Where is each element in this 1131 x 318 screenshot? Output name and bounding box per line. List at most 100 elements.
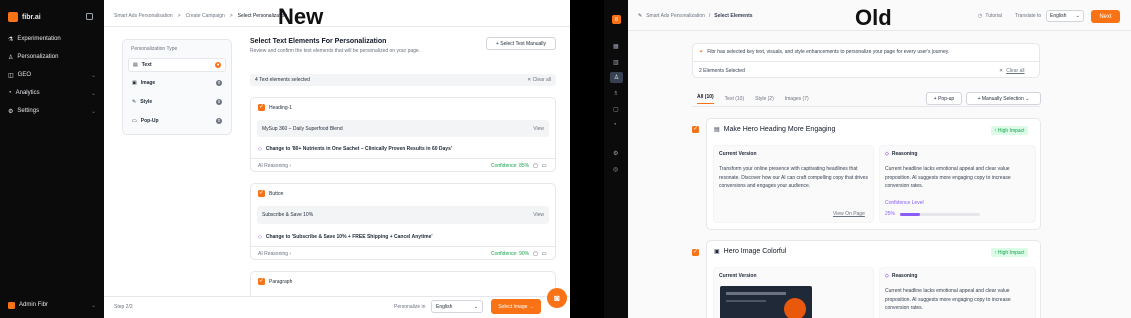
current-version-box: Current Version bbox=[713, 267, 874, 318]
user-icon[interactable]: ♗ bbox=[613, 90, 618, 97]
analytics-icon[interactable]: ◔ bbox=[613, 122, 617, 128]
tab-style[interactable]: Style (2) bbox=[755, 96, 774, 102]
nav-label: Experimentation bbox=[17, 36, 61, 42]
nav-label: Personalization bbox=[17, 54, 59, 60]
breadcrumb-item[interactable]: Create Campaign bbox=[186, 13, 225, 19]
old-label: Old bbox=[855, 5, 892, 30]
gear-icon[interactable]: ⚙ bbox=[613, 150, 618, 157]
section-title: Reasoning bbox=[891, 273, 918, 279]
language-value: English bbox=[436, 303, 453, 310]
header-divider bbox=[104, 26, 570, 27]
type-item-style[interactable]: ✎ Style 0 bbox=[128, 96, 226, 108]
chevron-down-icon: ⌄ bbox=[90, 302, 96, 309]
style-icon: ✎ bbox=[132, 99, 137, 105]
type-item-text[interactable]: ▤ Text ● bbox=[128, 58, 226, 72]
selected-count: 2 Elements Selected bbox=[699, 68, 745, 74]
info-banner: ✦ Fibr has selected key text, visuals, a… bbox=[692, 43, 1040, 78]
nav-label: Analytics bbox=[15, 90, 40, 96]
translate-label: Translate to bbox=[1015, 13, 1042, 19]
clear-all-button[interactable]: ✕ Clear all bbox=[999, 68, 1025, 74]
checkbox-checked-icon[interactable]: ✓ bbox=[258, 190, 265, 197]
icon-sidebar: 8 ▦ ▥ ♙ ♗ ▢ ◔ ⚙ ◎ bbox=[604, 0, 628, 318]
reasoning-header: ◇ Reasoning bbox=[885, 273, 917, 279]
copy-icon[interactable]: ▢ bbox=[533, 163, 538, 169]
view-button[interactable]: View bbox=[533, 126, 544, 132]
confidence-label: Confidence Level bbox=[885, 200, 924, 206]
nav-item-personalization[interactable]: ♙ Personalization bbox=[8, 52, 96, 62]
ai-reasoning-toggle[interactable]: AI Reasoning › bbox=[258, 251, 291, 257]
view-on-page-link[interactable]: View On Page bbox=[833, 211, 865, 217]
copy-icon[interactable]: ▢ bbox=[533, 251, 538, 257]
document-icon[interactable]: ▢ bbox=[613, 106, 619, 113]
confidence-value: 25% bbox=[885, 211, 896, 217]
suggested-change: Change to 'Subscribe & Save 10% + FREE S… bbox=[265, 234, 433, 240]
breadcrumb-item[interactable]: Smart Ads Personalisation bbox=[114, 13, 173, 19]
divider bbox=[693, 61, 1039, 62]
brand-name: fibr.ai bbox=[22, 13, 41, 21]
type-item-popup[interactable]: ▭ Pop-Up 0 bbox=[128, 115, 226, 127]
close-icon: ✕ bbox=[999, 68, 1004, 74]
divider bbox=[251, 246, 555, 247]
grid-icon[interactable]: ▦ bbox=[613, 43, 619, 50]
globe-icon: ◫ bbox=[8, 72, 14, 79]
next-button[interactable]: Next bbox=[1091, 10, 1120, 23]
flask-icon: ⚗ bbox=[8, 36, 14, 43]
add-popup-button[interactable]: + Pop-up bbox=[926, 92, 962, 105]
sparkle-icon: ◇ bbox=[258, 234, 262, 240]
checkbox-checked-icon[interactable]: ✓ bbox=[692, 249, 699, 256]
chart-icon[interactable]: ▥ bbox=[613, 59, 619, 66]
filter-tabs: All (10) Text (10) Style (2) Images (7) bbox=[697, 94, 809, 104]
user-name: Admin Fibr bbox=[19, 302, 49, 308]
manual-selection-button[interactable]: + Manually Selection ⌄ bbox=[966, 92, 1041, 105]
text-icon: ▤ bbox=[714, 127, 720, 133]
chevron-down-icon: ⌄ bbox=[90, 72, 96, 79]
tab-text[interactable]: Text (10) bbox=[725, 96, 744, 102]
select-text-manually-button[interactable]: + Select Text Manually bbox=[486, 37, 556, 50]
current-value: Subscribe & Save 10% bbox=[262, 212, 314, 218]
nav-item-experimentation[interactable]: ⚗ Experimentation bbox=[8, 34, 96, 44]
view-button[interactable]: View bbox=[533, 212, 544, 218]
language-select[interactable]: English ⌄ bbox=[431, 300, 483, 313]
comparison-root: fibr.ai ⚗ Experimentation ♙ Personalizat… bbox=[0, 0, 1131, 318]
nav-item-settings[interactable]: ⚙ Settings ⌄ bbox=[8, 106, 96, 116]
sidebar: fibr.ai ⚗ Experimentation ♙ Personalizat… bbox=[0, 0, 104, 318]
collapse-sidebar-icon[interactable] bbox=[86, 13, 93, 20]
language-select[interactable]: English ⌄ bbox=[1046, 10, 1084, 22]
edge-strip bbox=[570, 0, 604, 318]
breadcrumb: ✎ Smart Ads Personalization / Select Ele… bbox=[638, 13, 753, 19]
current-value: MySup 360 – Daily Superfood Blend bbox=[262, 125, 343, 132]
tab-images[interactable]: Images (7) bbox=[785, 96, 809, 102]
person-icon: ♙ bbox=[8, 54, 14, 61]
type-count-badge: ● bbox=[215, 62, 221, 68]
user-menu[interactable]: Admin Fibr ⌄ bbox=[8, 300, 96, 310]
select-image-button[interactable]: Select Image → bbox=[491, 299, 541, 314]
panel-title: Personalization Type bbox=[131, 46, 178, 52]
ai-reasoning-toggle[interactable]: AI Reasoning › bbox=[258, 163, 291, 169]
language-value: English bbox=[1050, 13, 1067, 19]
nav-item-analytics[interactable]: ◔ Analytics ⌄ bbox=[8, 88, 96, 98]
chat-icon[interactable]: ◙ bbox=[547, 288, 567, 308]
checkbox-checked-icon[interactable]: ✓ bbox=[692, 126, 699, 133]
checkbox-checked-icon[interactable]: ✓ bbox=[258, 278, 265, 285]
tab-all[interactable]: All (10) bbox=[697, 94, 714, 104]
person-icon[interactable]: ♙ bbox=[610, 72, 623, 83]
sparkle-icon: ✦ bbox=[699, 49, 704, 55]
comment-icon[interactable]: ▭ bbox=[542, 163, 547, 169]
comment-icon[interactable]: ▭ bbox=[542, 251, 547, 257]
element-type-label: Paragraph bbox=[269, 278, 293, 285]
page-title: Select Text Elements For Personalization bbox=[250, 38, 387, 45]
help-icon[interactable]: ◎ bbox=[613, 166, 618, 173]
tutorial-link[interactable]: ◷ Tutorial bbox=[978, 13, 1002, 19]
card-header: ▤ Make Hero Heading More Engaging bbox=[714, 126, 835, 133]
clear-all-button[interactable]: ✕ Clear all bbox=[527, 77, 551, 83]
personalize-in-label: Personalize in bbox=[394, 304, 426, 310]
checkbox-checked-icon[interactable]: ✓ bbox=[258, 104, 265, 111]
chevron-down-icon: ⌄ bbox=[1075, 13, 1080, 19]
type-count-badge: 0 bbox=[216, 118, 222, 124]
suggested-change: Change to '80+ Nutrients in One Sachet –… bbox=[265, 146, 453, 152]
type-label: Image bbox=[140, 80, 156, 86]
breadcrumb-item[interactable]: Smart Ads Personalization bbox=[646, 13, 705, 19]
nav-item-geo[interactable]: ◫ GEO ⌄ bbox=[8, 70, 96, 80]
type-item-image[interactable]: ▣ Image 0 bbox=[128, 77, 226, 89]
brand-logo-icon bbox=[8, 12, 18, 22]
